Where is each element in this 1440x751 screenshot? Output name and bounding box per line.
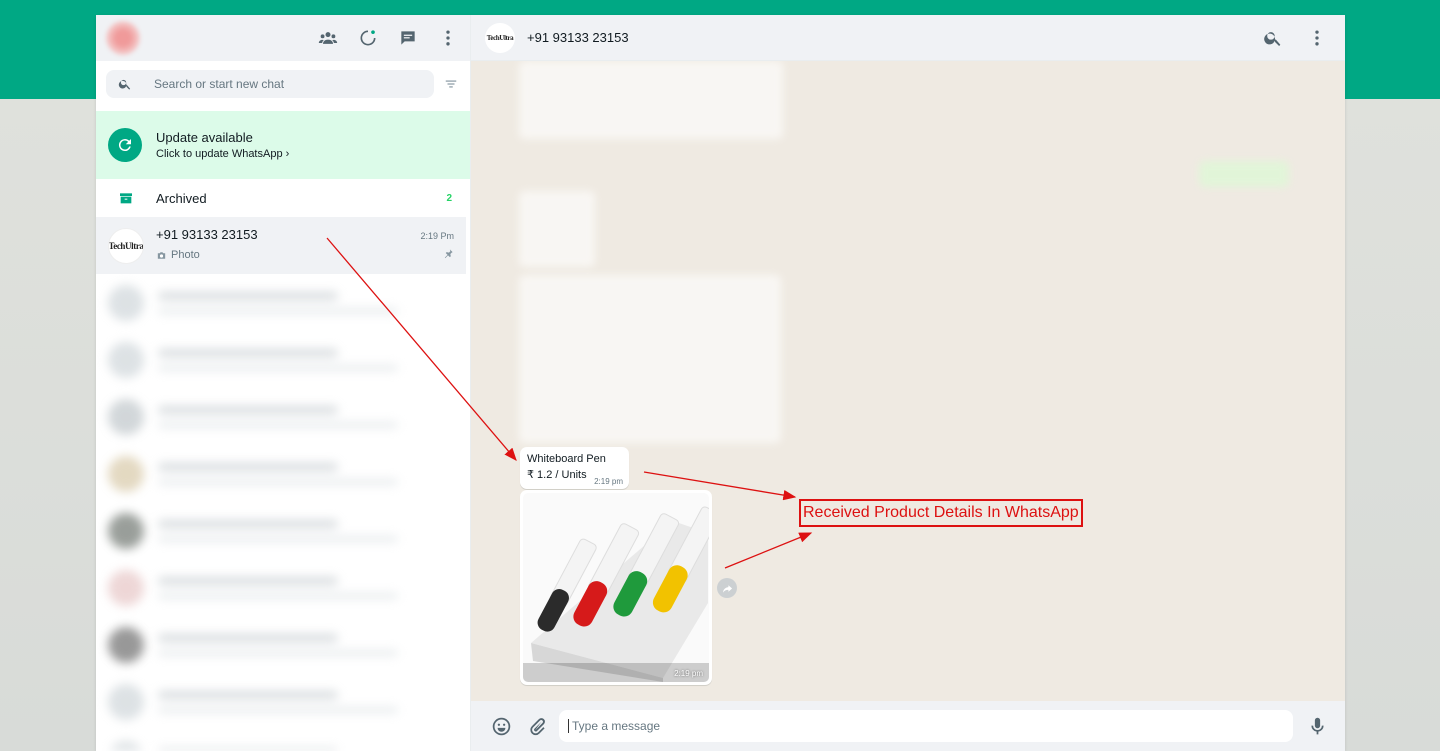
filter-icon[interactable] [440,77,462,91]
chat-preview-text: Photo [171,249,200,261]
chat-name: +91 93133 23153 [156,227,258,242]
avatar-logo: TechUltra [486,33,514,42]
chat-preview: Photo [156,249,200,261]
product-image[interactable]: 2:19 pm [523,493,709,682]
update-banner[interactable]: Update available Click to update WhatsAp… [96,111,470,179]
sidebar: Update available Click to update WhatsAp… [96,15,471,751]
product-name: Whiteboard Pen [527,453,606,465]
search-icon [118,79,131,90]
sidebar-header-icons [316,26,460,50]
pin-icon [443,246,454,264]
status-icon[interactable] [356,26,380,50]
blurred-message [1199,161,1289,187]
avatar: TechUltra [108,227,144,264]
menu-icon[interactable] [436,26,460,50]
image-message[interactable]: 2:19 pm [520,490,712,685]
search-icon[interactable] [1261,26,1285,50]
chat-time: 2:19 Pm [420,231,454,241]
blurred-message [519,61,783,139]
message-time: 2:19 pm [674,669,703,678]
update-link[interactable]: Click to update WhatsApp › [156,148,289,160]
update-text: Update available Click to update WhatsAp… [156,130,289,160]
conversation-pane: TechUltra +91 93133 23153 Whiteboard Pen… [471,15,1345,751]
camera-icon [157,251,166,259]
archived-count: 2 [446,192,452,204]
forward-icon[interactable] [717,578,737,598]
my-avatar[interactable] [106,21,140,55]
blurred-chat-list [96,274,470,751]
whatsapp-web-window: Update available Click to update WhatsAp… [96,15,1345,751]
message-input-box[interactable] [559,710,1293,742]
search-box[interactable] [106,70,434,98]
message-composer [471,701,1345,751]
new-chat-icon[interactable] [396,26,420,50]
archived-row[interactable]: Archived 2 [96,179,470,217]
message-input[interactable] [568,719,1293,733]
conversation-header: TechUltra +91 93133 23153 [471,15,1345,61]
avatar-logo: TechUltra [108,240,144,251]
chat-info: +91 93133 23153 2:19 Pm Photo [156,227,454,264]
search-row [96,65,470,103]
message-time: 2:19 pm [594,477,623,486]
archive-icon [120,193,132,204]
product-message[interactable]: Whiteboard Pen ₹ 1.2 / Units 2:19 pm [520,447,629,489]
contact-name[interactable]: +91 93133 23153 [527,30,629,45]
message-list: Whiteboard Pen ₹ 1.2 / Units 2:19 pm 2:1… [471,61,1345,701]
whiteboard-pens-illustration [523,493,709,682]
attach-icon[interactable] [525,714,549,738]
blurred-message [519,191,595,267]
chat-list-item[interactable]: TechUltra +91 93133 23153 2:19 Pm Photo [96,217,466,274]
avatar[interactable]: TechUltra [485,22,515,53]
refresh-icon [108,128,142,162]
mic-icon[interactable] [1305,714,1329,738]
blurred-message [519,275,781,443]
archived-label: Archived [156,190,207,206]
menu-icon[interactable] [1305,26,1329,50]
community-icon[interactable] [316,26,340,50]
search-input[interactable] [154,77,404,91]
emoji-icon[interactable] [489,714,513,738]
sidebar-header [96,15,470,61]
update-title: Update available [156,130,253,145]
annotation-label: Received Product Details In WhatsApp [799,499,1083,527]
